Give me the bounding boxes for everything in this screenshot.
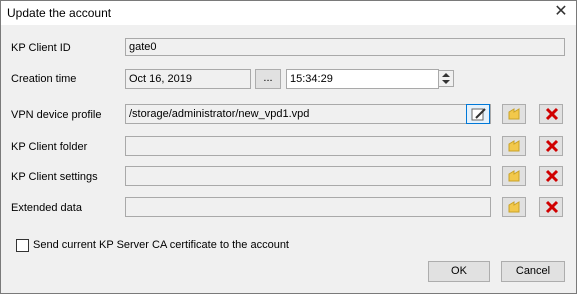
delete-icon	[545, 169, 559, 183]
client-settings-label: KP Client settings	[11, 171, 98, 183]
creation-time-label: Creation time	[11, 73, 77, 85]
send-ca-checkbox[interactable]	[16, 239, 29, 252]
creation-date-field[interactable]: Oct 16, 2019	[125, 69, 251, 89]
vpn-edit-button[interactable]	[466, 104, 490, 124]
dialog-window: Update the account ✕ KP Client ID gate0 …	[0, 0, 577, 294]
client-settings-field[interactable]	[125, 166, 491, 186]
vpn-profile-label: VPN device profile	[11, 109, 102, 121]
folder-icon	[508, 140, 520, 152]
client-folder-label: KP Client folder	[11, 141, 88, 153]
close-icon[interactable]: ✕	[550, 2, 572, 22]
vpn-folder-button[interactable]	[502, 104, 526, 124]
folder-icon	[508, 170, 520, 182]
delete-icon	[545, 107, 559, 121]
extended-data-browse-button[interactable]	[502, 197, 526, 217]
time-spinner[interactable]	[438, 70, 454, 87]
extended-data-field[interactable]	[125, 197, 491, 217]
send-ca-label[interactable]: Send current KP Server CA certificate to…	[33, 239, 289, 251]
folder-icon	[508, 201, 520, 213]
creation-time-input[interactable]: 15:34:29	[286, 69, 439, 89]
edit-icon	[471, 108, 486, 121]
vpn-delete-button[interactable]	[539, 104, 563, 124]
client-settings-browse-button[interactable]	[502, 166, 526, 186]
vpn-profile-field[interactable]: /storage/administrator/new_vpd1.vpd	[125, 104, 491, 124]
client-id-label: KP Client ID	[11, 42, 71, 54]
extended-data-delete-button[interactable]	[539, 197, 563, 217]
client-folder-delete-button[interactable]	[539, 136, 563, 156]
delete-icon	[545, 200, 559, 214]
title-bar: Update the account ✕	[1, 1, 576, 25]
client-folder-browse-button[interactable]	[502, 136, 526, 156]
spin-up-icon[interactable]	[442, 73, 450, 77]
folder-icon	[508, 108, 520, 120]
window-title: Update the account	[7, 6, 112, 20]
client-id-field[interactable]: gate0	[125, 38, 565, 56]
delete-icon	[545, 139, 559, 153]
client-folder-field[interactable]	[125, 136, 491, 156]
extended-data-label: Extended data	[11, 202, 82, 214]
ok-button[interactable]: OK	[428, 261, 490, 282]
spin-down-icon[interactable]	[442, 80, 450, 84]
date-picker-button[interactable]: ...	[255, 69, 281, 89]
cancel-button[interactable]: Cancel	[501, 261, 565, 282]
client-settings-delete-button[interactable]	[539, 166, 563, 186]
